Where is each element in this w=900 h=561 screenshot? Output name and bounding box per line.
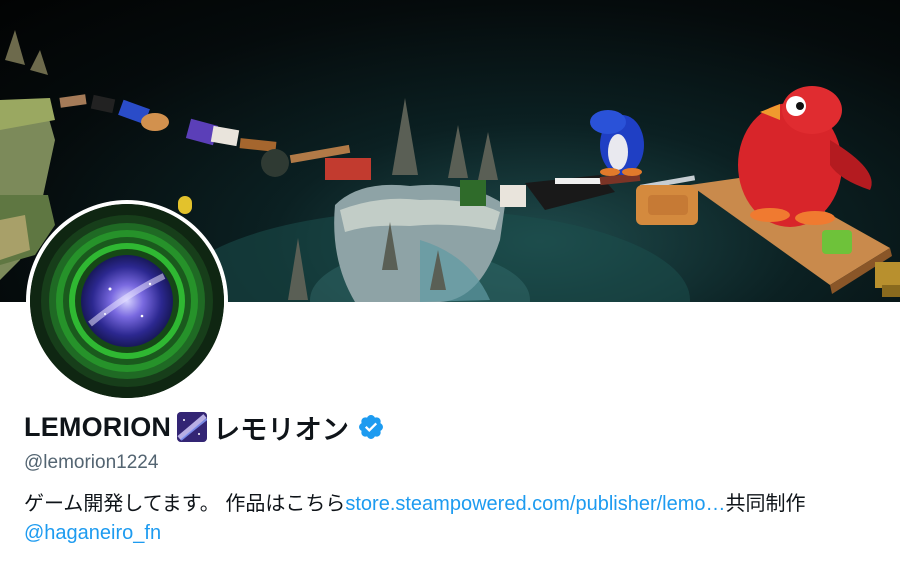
display-name-latin: LEMORION	[24, 411, 172, 442]
profile-bio: ゲーム開発してます。 作品はこちらstore.steampowered.com/…	[24, 490, 876, 548]
milky-way-emoji-icon	[177, 412, 208, 442]
profile-info: LEMORION レモリオン @lemorion1224 ゲーム開発してます。 …	[24, 408, 884, 548]
red-penguin	[738, 86, 872, 227]
bio-mention-link[interactable]: @haganeiro_fn	[24, 522, 161, 544]
avatar-lens-graphic	[30, 204, 224, 398]
profile-handle: @lemorion1224	[24, 452, 159, 473]
bio-text: ゲーム開発してます。 作品はこちら	[24, 493, 346, 515]
gold-trophy	[875, 262, 900, 297]
avatar-image	[30, 204, 224, 398]
verified-badge-icon[interactable]	[357, 413, 385, 441]
floating-objects	[59, 94, 371, 214]
profile-page: LEMORION レモリオン @lemorion1224 ゲーム開発してます。 …	[0, 0, 900, 561]
blue-penguin	[590, 110, 644, 176]
bio-steam-link[interactable]: store.steampowered.com/publisher/lemo…	[345, 493, 725, 515]
display-name-row: LEMORION レモリオン	[24, 408, 884, 446]
display-name-katakana: レモリオン	[213, 414, 350, 445]
profile-avatar[interactable]	[26, 200, 228, 402]
bio-text-collab: 共同制作	[725, 493, 806, 515]
